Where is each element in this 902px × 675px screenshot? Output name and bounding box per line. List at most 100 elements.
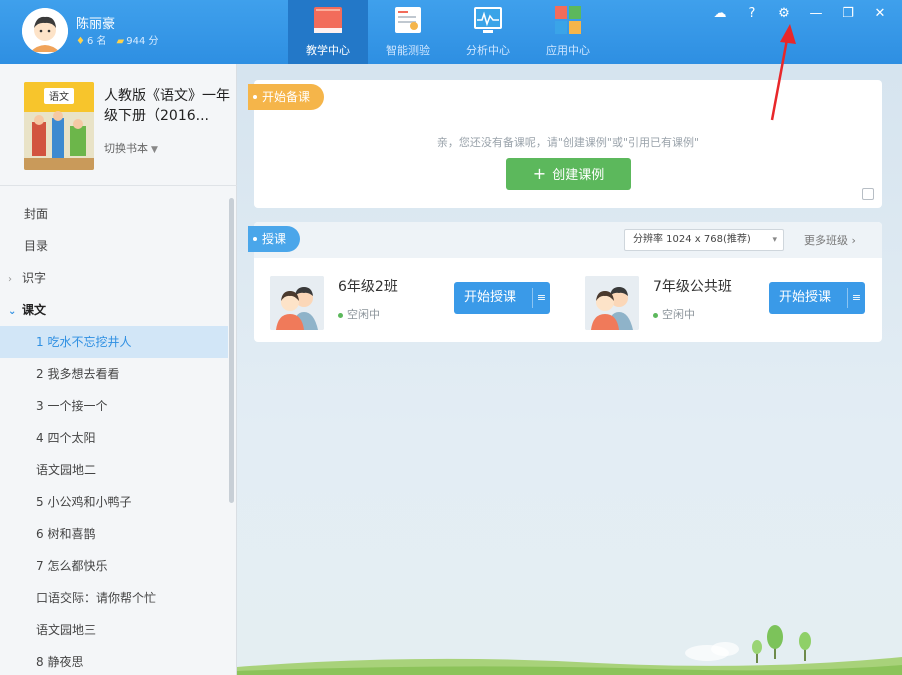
switch-book-dropdown[interactable]: 切换书本 ▼ [104,140,158,156]
plus-icon: + [532,164,547,183]
start-teaching-button[interactable]: 开始授课 ≡ [769,282,865,314]
chevron-down-icon: ⌄ [8,306,17,317]
minimize-button[interactable]: — [802,4,830,24]
settings-gear-icon[interactable]: ⚙ [770,4,798,24]
chevron-down-icon: ▾ [772,235,777,245]
toc-item-label: 目录 [24,239,49,253]
sidebar-toc-item[interactable]: 2 我多想去看看 [0,358,228,390]
status-dot-icon [653,312,658,318]
nav-analysis-center[interactable]: 分析中心 [448,0,528,64]
toc-item-label: 8 静夜思 [36,655,84,669]
nav-smart-quiz[interactable]: 智能测验 [368,0,448,64]
sidebar-toc-item[interactable]: 语文园地二 [0,454,228,486]
annotation-arrow-icon [770,24,796,121]
sidebar-toc-item[interactable]: 1 吃水不忘挖井人 [0,326,228,358]
class-tile: 7年级公共班 空闲中 开始授课 ≡ [585,274,875,330]
sidebar-toc-item[interactable]: 目录 [0,230,228,262]
sidebar-toc-item[interactable]: 6 树和喜鹊 [0,518,228,550]
class-group-icon [270,276,324,330]
restore-button[interactable]: ❐ [834,4,862,24]
class-avatar [270,276,324,330]
toc-item-label: 课文 [22,303,47,317]
teaching-card: 授课 分辨率 1024 x 768(推荐) ▾ 更多班级 › 6年级2班 空闲中 [248,222,882,342]
prep-empty-hint: 亲，您还没有备课呢，请"创建课例"或"引用已有课例" [436,136,700,149]
sidebar-toc-item[interactable]: 4 四个太阳 [0,422,228,454]
teaching-center-icon [314,7,342,33]
table-of-contents: 封面目录 › 识字 ⌄ 课文 1 吃水不忘挖井人 2 我多想去看看 3 一个接一个 4 四个太阳… [0,198,228,675]
toc-item-label: 口语交际：请你帮个忙 [36,591,157,605]
class-status: 空闲中 [653,306,695,322]
class-tile: 6年级2班 空闲中 开始授课 ≡ [270,274,560,330]
expand-icon[interactable] [862,188,874,200]
status-dot-icon [338,312,343,318]
help-icon[interactable]: ? [738,4,766,24]
nav-label: 教学中心 [306,44,350,57]
sidebar-toc-item[interactable]: 5 小公鸡和小鸭子 [0,486,228,518]
create-lesson-label: 创建课例 [552,168,605,183]
caret-down-icon: ▼ [151,145,158,155]
analysis-center-icon [474,7,502,33]
sidebar-toc-item[interactable]: 口语交际：请你帮个忙 [0,582,228,614]
rank-icon: ♦ [76,36,85,47]
cloud-icon[interactable]: ☁ [706,4,734,24]
sidebar-toc-item[interactable]: 7 怎么都快乐 [0,550,228,582]
sidebar-toc-item[interactable]: › 识字 [0,262,228,294]
toc-item-label: 语文园地三 [36,623,97,637]
menu-icon[interactable]: ≡ [532,288,550,308]
class-name: 6年级2班 [338,279,398,295]
start-teaching-button[interactable]: 开始授课 ≡ [454,282,550,314]
book-cover-image: 语文 [24,82,94,170]
sidebar-toc-item[interactable]: 封面 [0,198,228,230]
sidebar-toc-item[interactable]: ⌄ 课文 [0,294,228,326]
resolution-select[interactable]: 分辨率 1024 x 768(推荐) ▾ [624,229,784,251]
more-classes-link[interactable]: 更多班级 › [804,232,856,248]
class-status-label: 空闲中 [662,308,695,321]
sidebar-toc-item[interactable]: 3 一个接一个 [0,390,228,422]
current-book: 语文 人教版《语文》一年级下册（2016... 切换书本 ▼ [0,64,237,186]
score-stat: ▰ 944 分 [117,32,159,47]
switch-book-label: 切换书本 [104,142,148,155]
book-cover-text: 语文 [49,90,69,103]
rank-value: 6 名 [86,36,107,47]
toc-item-label: 3 一个接一个 [36,399,108,413]
class-avatar [585,276,639,330]
nav-app-center[interactable]: 应用中心 [528,0,608,64]
create-lesson-button[interactable]: + 创建课例 [506,158,631,190]
sidebar-scrollbar[interactable] [229,198,234,503]
teach-ribbon: 授课 [248,226,301,252]
chevron-right-icon: › [8,274,12,285]
start-teaching-label: 开始授课 [779,290,832,305]
toc-item-label: 6 树和喜鹊 [36,527,96,541]
main-content: 开始备课 亲，您还没有备课呢，请"创建课例"或"引用已有课例" + 创建课例 授课… [237,64,902,675]
close-button[interactable]: ✕ [866,4,894,24]
sidebar-toc-item[interactable]: 语文园地三 [0,614,228,646]
coin-icon: ▰ [116,36,125,47]
book-cover[interactable]: 语文 [24,82,94,170]
user-avatar[interactable] [22,8,68,54]
user-name: 陈丽豪 [76,17,116,32]
class-name: 7年级公共班 [653,279,732,295]
toc-item-label: 5 小公鸡和小鸭子 [36,495,132,509]
toc-item-label: 识字 [22,271,47,285]
sidebar-toc-item[interactable]: 8 静夜思 [0,646,228,675]
sidebar: 语文 人教版《语文》一年级下册（2016... 切换书本 ▼ 封面目录 › 识字 ⌄ 课文… [0,64,237,675]
toc-item-label: 2 我多想去看看 [36,367,120,381]
main-nav: 教学中心 智能测验 分析中心 应用中心 [288,0,608,64]
window-controls: ☁ ? ⚙ — ❐ ✕ [706,4,894,24]
class-group-icon [585,276,639,330]
start-teaching-label: 开始授课 [464,290,517,305]
user-stats: ♦ 6 名 ▰ 944 分 [76,32,158,47]
landscape-decoration [237,625,902,675]
nav-label: 智能测验 [386,44,430,57]
toc-item-label: 4 四个太阳 [36,431,96,445]
book-title: 人教版《语文》一年级下册（2016... [104,88,230,124]
user-avatar-icon [22,8,68,54]
toc-item-label: 封面 [24,207,49,221]
score-value: 944 分 [126,36,159,47]
class-status-label: 空闲中 [347,308,380,321]
menu-icon[interactable]: ≡ [847,288,865,308]
teaching-card-header [254,222,882,258]
nav-label: 分析中心 [466,44,510,57]
nav-teaching-center[interactable]: 教学中心 [288,0,368,64]
prep-ribbon: 开始备课 [248,84,325,110]
